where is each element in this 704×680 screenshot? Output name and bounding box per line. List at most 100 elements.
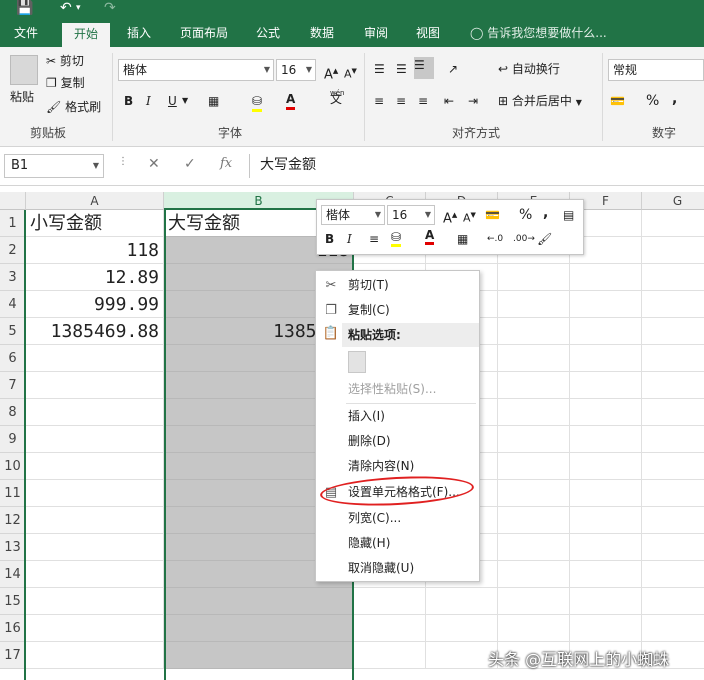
cell-f7[interactable] [570, 372, 642, 399]
cell-a11[interactable] [26, 480, 164, 507]
font-name-select[interactable]: 楷体 ▼ [118, 59, 274, 81]
menu-item-insert[interactable]: 插入(I) [316, 404, 479, 429]
cell-a2[interactable]: 118 [26, 237, 164, 264]
menu-item-paste-special[interactable]: 选择性粘贴(S)... [316, 377, 479, 402]
row-header[interactable]: 3 [0, 264, 26, 291]
cell-a15[interactable] [26, 588, 164, 615]
cell-e8[interactable] [498, 399, 570, 426]
mini-bold-button[interactable]: B [325, 230, 334, 248]
row-header[interactable]: 11 [0, 480, 26, 507]
cell-e16[interactable] [498, 615, 570, 642]
cell-g12[interactable] [642, 507, 704, 534]
row-header[interactable]: 9 [0, 426, 26, 453]
row-header[interactable]: 16 [0, 615, 26, 642]
cell-a12[interactable] [26, 507, 164, 534]
cell-c17[interactable] [354, 642, 426, 669]
cell-e12[interactable] [498, 507, 570, 534]
row-header[interactable]: 13 [0, 534, 26, 561]
cell-f12[interactable] [570, 507, 642, 534]
cut-button[interactable]: ✂ 剪切 [46, 53, 84, 69]
decrease-font-icon[interactable]: A▼ [463, 206, 476, 228]
cell-f9[interactable] [570, 426, 642, 453]
row-header[interactable]: 5 [0, 318, 26, 345]
cell-e14[interactable] [498, 561, 570, 588]
name-box[interactable]: B1 ▼ [4, 154, 104, 178]
increase-decimal-icon[interactable]: ←.0 [487, 230, 503, 248]
cell-f16[interactable] [570, 615, 642, 642]
cell-g4[interactable] [642, 291, 704, 318]
cell-a1[interactable]: 小写金额 [26, 210, 164, 237]
menu-item-hide[interactable]: 隐藏(H) [316, 531, 479, 556]
row-header[interactable]: 6 [0, 345, 26, 372]
paste-icon[interactable] [348, 351, 366, 373]
mini-align-icon[interactable]: ≡ [369, 230, 379, 248]
cell-e9[interactable] [498, 426, 570, 453]
enter-icon[interactable]: ✓ [184, 156, 196, 172]
cell-a6[interactable] [26, 345, 164, 372]
row-header[interactable]: 1 [0, 210, 26, 237]
formula-input[interactable]: 大写金额 [249, 154, 704, 178]
cell-a10[interactable] [26, 453, 164, 480]
row-header[interactable]: 14 [0, 561, 26, 588]
cell-f11[interactable] [570, 480, 642, 507]
insert-function-icon[interactable]: fx [220, 156, 232, 171]
mini-borders-icon[interactable]: ▦ [457, 230, 468, 248]
undo-dropdown-icon[interactable]: ▾ [76, 0, 81, 16]
cell-a8[interactable] [26, 399, 164, 426]
cell-g10[interactable] [642, 453, 704, 480]
align-right-icon[interactable]: ≡ [418, 93, 428, 109]
increase-indent-icon[interactable]: ⇥ [468, 93, 478, 109]
cell-g13[interactable] [642, 534, 704, 561]
tab-review[interactable]: 审阅 [356, 20, 396, 47]
row-header[interactable]: 8 [0, 399, 26, 426]
cell-a3[interactable]: 12.89 [26, 264, 164, 291]
cell-b16[interactable] [164, 615, 354, 642]
font-color-icon[interactable]: A [286, 91, 296, 110]
cell-f15[interactable] [570, 588, 642, 615]
cell-e5[interactable] [498, 318, 570, 345]
cell-g3[interactable] [642, 264, 704, 291]
cell-f14[interactable] [570, 561, 642, 588]
underline-button[interactable]: U [168, 93, 177, 109]
cell-e13[interactable] [498, 534, 570, 561]
cell-e15[interactable] [498, 588, 570, 615]
phonetic-icon[interactable]: wén 文 [330, 89, 344, 107]
row-header[interactable]: 2 [0, 237, 26, 264]
cell-a7[interactable] [26, 372, 164, 399]
mini-font-color-icon[interactable]: A [425, 228, 435, 245]
mini-percent-button[interactable]: % [519, 206, 532, 224]
cell-f10[interactable] [570, 453, 642, 480]
chevron-down-icon[interactable]: ▼ [182, 93, 188, 109]
align-bottom-icon[interactable]: ☰ [414, 57, 434, 79]
mini-format-painter-icon[interactable]: 🖌 [537, 230, 552, 248]
format-table-icon[interactable]: ▤ [563, 206, 574, 224]
cell-g2[interactable] [642, 237, 704, 264]
mini-font-size-select[interactable]: 16 ▼ [387, 205, 435, 225]
column-header-g[interactable]: G [642, 192, 704, 210]
cell-g5[interactable] [642, 318, 704, 345]
menu-item-clear-contents[interactable]: 清除内容(N) [316, 454, 479, 479]
cell-g15[interactable] [642, 588, 704, 615]
tell-me-box[interactable]: ◯ 告诉我您想要做什么... [470, 20, 607, 47]
cell-f4[interactable] [570, 291, 642, 318]
font-size-select[interactable]: 16 ▼ [276, 59, 316, 81]
save-icon[interactable]: 💾 [16, 0, 33, 16]
borders-icon[interactable]: ▦ [208, 93, 219, 109]
orientation-icon[interactable]: ↗ [448, 61, 458, 77]
align-top-icon[interactable]: ☰ [374, 61, 385, 77]
tab-data[interactable]: 数据 [302, 20, 342, 47]
copy-button[interactable]: ❐ 复制 [46, 75, 85, 91]
comma-button[interactable]: , [672, 91, 677, 107]
tab-insert[interactable]: 插入 [118, 20, 160, 47]
decrease-decimal-icon[interactable]: .00→ [513, 230, 535, 248]
increase-font-icon[interactable]: A▲ [443, 206, 457, 228]
increase-font-icon[interactable]: A▲ [324, 63, 338, 83]
merge-center-button[interactable]: ⊞ 合并后居中 ▼ [498, 93, 582, 111]
row-header[interactable]: 12 [0, 507, 26, 534]
cell-g1[interactable] [642, 210, 704, 237]
cell-e4[interactable] [498, 291, 570, 318]
row-header[interactable]: 17 [0, 642, 26, 669]
tab-file[interactable]: 文件 [4, 20, 48, 47]
cancel-icon[interactable]: ✕ [148, 156, 160, 172]
accounting-format-icon[interactable]: 💳 [485, 206, 500, 224]
